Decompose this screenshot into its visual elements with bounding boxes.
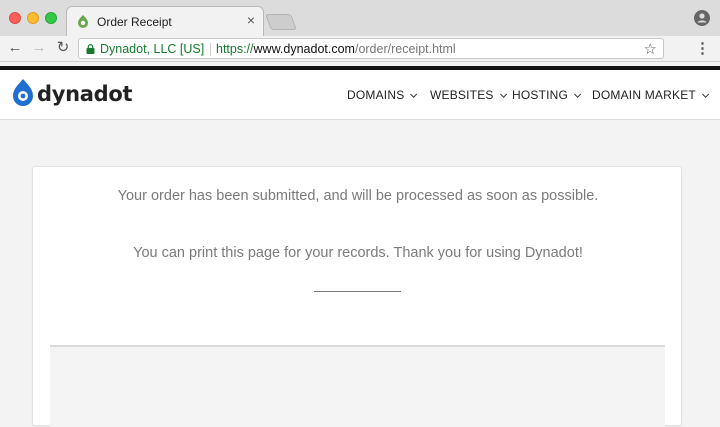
url-divider bbox=[210, 43, 211, 56]
profile-icon[interactable] bbox=[694, 10, 710, 26]
main-navigation: DOMAINS WEBSITES HOSTING DOMAIN MARKET bbox=[0, 88, 720, 106]
print-records-message: You can print this page for your records… bbox=[133, 245, 583, 261]
window-maximize-button[interactable] bbox=[45, 12, 57, 24]
url-path: /order/receipt.html bbox=[354, 42, 456, 56]
reload-icon[interactable]: ↻ bbox=[54, 39, 72, 57]
site-header: dynadot DOMAINS WEBSITES HOSTING DOMAIN … bbox=[0, 66, 720, 120]
chevron-down-icon bbox=[702, 90, 710, 98]
window-minimize-button[interactable] bbox=[27, 12, 39, 24]
window-close-button[interactable] bbox=[9, 12, 21, 24]
browser-toolbar: ← → ↻ Dynadot, LLC [US] https://www.dyna… bbox=[0, 36, 720, 62]
url-scheme: https:// bbox=[216, 42, 254, 56]
browser-tab-bar: Order Receipt × bbox=[0, 0, 720, 36]
nav-domains-label: DOMAINS bbox=[347, 88, 405, 102]
receipt-details-panel bbox=[50, 345, 665, 427]
lock-icon bbox=[86, 44, 95, 54]
receipt-card: Your order has been submitted, and will … bbox=[32, 166, 682, 427]
order-submitted-message: Your order has been submitted, and will … bbox=[117, 188, 599, 204]
site-identity-label[interactable]: Dynadot, LLC [US] bbox=[100, 42, 204, 56]
tab-title: Order Receipt bbox=[97, 15, 172, 29]
nav-websites[interactable]: WEBSITES bbox=[430, 88, 507, 102]
tab-close-icon[interactable]: × bbox=[247, 13, 255, 27]
dynadot-favicon-icon bbox=[78, 15, 88, 28]
browser-menu-icon[interactable]: ⋮ bbox=[695, 39, 710, 57]
divider bbox=[314, 291, 401, 292]
nav-domain-market[interactable]: DOMAIN MARKET bbox=[592, 88, 710, 102]
url-host: www.dynadot.com bbox=[253, 42, 355, 56]
nav-websites-label: WEBSITES bbox=[430, 88, 494, 102]
back-arrow-icon[interactable]: ← bbox=[6, 39, 24, 57]
nav-domains[interactable]: DOMAINS bbox=[347, 88, 418, 102]
address-bar[interactable]: Dynadot, LLC [US] https://www.dynadot.co… bbox=[78, 38, 664, 59]
new-tab-button[interactable] bbox=[265, 14, 297, 30]
bookmark-star-icon[interactable]: ☆ bbox=[644, 40, 657, 58]
nav-hosting[interactable]: HOSTING bbox=[512, 88, 582, 102]
forward-arrow-icon[interactable]: → bbox=[30, 39, 48, 57]
chevron-down-icon bbox=[410, 90, 418, 98]
chevron-down-icon bbox=[499, 90, 507, 98]
nav-hosting-label: HOSTING bbox=[512, 88, 569, 102]
chevron-down-icon bbox=[574, 90, 582, 98]
browser-tab-active[interactable]: Order Receipt × bbox=[66, 6, 264, 36]
nav-domain-market-label: DOMAIN MARKET bbox=[592, 88, 696, 102]
url-text[interactable]: https://www.dynadot.com/order/receipt.ht… bbox=[216, 42, 456, 56]
page-content: Your order has been submitted, and will … bbox=[0, 120, 720, 427]
